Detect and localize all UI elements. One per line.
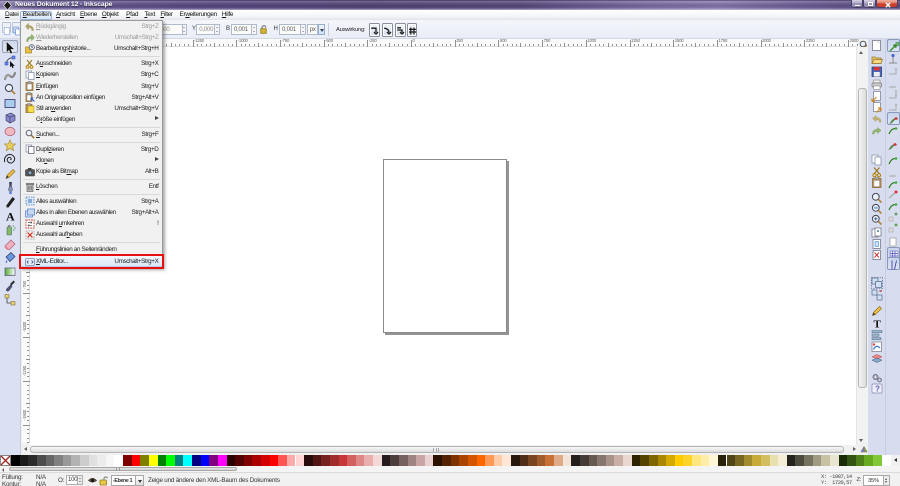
svg-text:?: ? [875, 385, 880, 394]
svg-text:A: A [6, 209, 15, 222]
